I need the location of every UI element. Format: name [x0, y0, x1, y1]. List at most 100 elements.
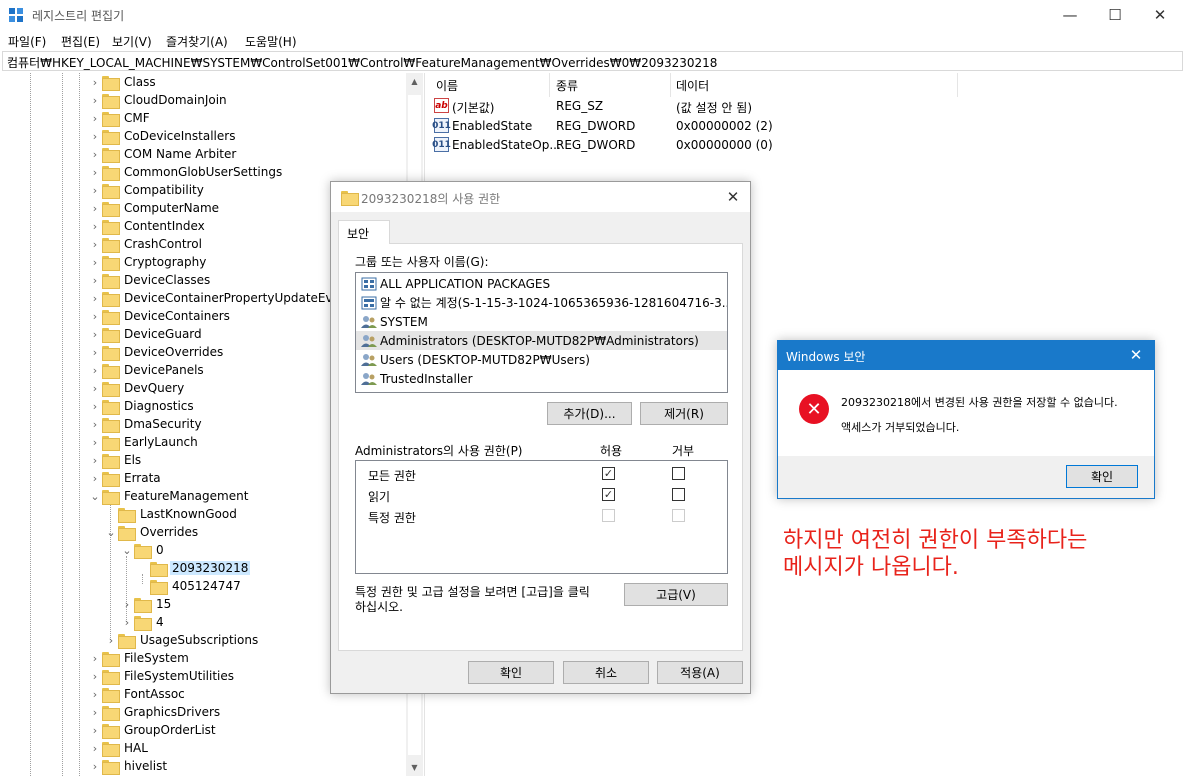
- chevron-right-icon[interactable]: ›: [88, 685, 102, 703]
- tree-item[interactable]: › Errata: [88, 469, 163, 487]
- list-item[interactable]: Users (DESKTOP-MUTD82P₩Users): [356, 350, 727, 369]
- list-item[interactable]: SYSTEM: [356, 312, 727, 331]
- tree-item[interactable]: 2093230218: [136, 559, 251, 577]
- tree-item[interactable]: › Diagnostics: [88, 397, 196, 415]
- chevron-right-icon[interactable]: ›: [88, 703, 102, 721]
- menu-help[interactable]: 도움말(H): [245, 33, 297, 50]
- deny-full-control-checkbox[interactable]: [672, 467, 685, 480]
- value-row[interactable]: 011 EnabledState REG_DWORD 0x00000002 (2…: [428, 116, 958, 135]
- chevron-right-icon[interactable]: ›: [88, 667, 102, 685]
- menu-file[interactable]: 파일(F): [8, 33, 46, 50]
- tree-item[interactable]: ⌄ Overrides: [104, 523, 200, 541]
- chevron-right-icon[interactable]: ›: [88, 343, 102, 361]
- tree-item[interactable]: › DeviceGuard: [88, 325, 204, 343]
- add-button[interactable]: 추가(D)...: [547, 402, 632, 425]
- chevron-right-icon[interactable]: ›: [88, 721, 102, 739]
- tree-item[interactable]: › 15: [120, 595, 173, 613]
- tree-item[interactable]: › FileSystem: [88, 649, 191, 667]
- chevron-right-icon[interactable]: ›: [88, 145, 102, 163]
- tree-item[interactable]: › DevicePanels: [88, 361, 206, 379]
- list-item[interactable]: Administrators (DESKTOP-MUTD82P₩Administ…: [356, 331, 727, 350]
- messagebox-close-button[interactable]: ✕: [1126, 345, 1146, 365]
- tree-item[interactable]: › EarlyLaunch: [88, 433, 200, 451]
- tree-item[interactable]: › CommonGlobUserSettings: [88, 163, 284, 181]
- tree-item[interactable]: › DeviceContainers: [88, 307, 232, 325]
- cancel-button[interactable]: 취소: [563, 661, 649, 684]
- value-row[interactable]: 011 EnabledStateOp... REG_DWORD 0x000000…: [428, 135, 958, 154]
- chevron-down-icon[interactable]: ⌄: [104, 523, 118, 541]
- allow-full-control-checkbox[interactable]: ✓: [602, 467, 615, 480]
- deny-read-checkbox[interactable]: [672, 488, 685, 501]
- tree-item[interactable]: › UsageSubscriptions: [104, 631, 260, 649]
- chevron-right-icon[interactable]: ›: [88, 451, 102, 469]
- chevron-right-icon[interactable]: ›: [88, 325, 102, 343]
- tree-item[interactable]: › DeviceContainerPropertyUpdateEvents: [88, 289, 361, 307]
- list-item[interactable]: TrustedInstaller: [356, 369, 727, 388]
- chevron-right-icon[interactable]: ›: [120, 595, 134, 613]
- value-row[interactable]: ab (기본값) REG_SZ (값 설정 안 됨): [428, 96, 958, 115]
- column-header-name[interactable]: 이름: [436, 77, 458, 94]
- chevron-right-icon[interactable]: ›: [88, 361, 102, 379]
- menu-favorites[interactable]: 즐겨찾기(A): [166, 33, 228, 50]
- tree-item[interactable]: › CrashControl: [88, 235, 204, 253]
- tree-item[interactable]: › CMF: [88, 109, 152, 127]
- chevron-right-icon[interactable]: ›: [88, 73, 102, 91]
- chevron-down-icon[interactable]: ⌄: [88, 487, 102, 505]
- tree-item[interactable]: › DmaSecurity: [88, 415, 204, 433]
- chevron-right-icon[interactable]: ›: [88, 217, 102, 235]
- tab-security[interactable]: 보안: [338, 220, 390, 244]
- chevron-right-icon[interactable]: ›: [88, 91, 102, 109]
- messagebox-ok-button[interactable]: 확인: [1066, 465, 1138, 488]
- menu-edit[interactable]: 편집(E): [61, 33, 100, 50]
- chevron-right-icon[interactable]: ›: [120, 613, 134, 631]
- tree-item[interactable]: › DeviceClasses: [88, 271, 212, 289]
- apply-button[interactable]: 적용(A): [657, 661, 743, 684]
- column-header-data[interactable]: 데이터: [676, 77, 709, 94]
- chevron-right-icon[interactable]: ›: [88, 757, 102, 775]
- chevron-right-icon[interactable]: ›: [88, 469, 102, 487]
- tree-item[interactable]: › 4: [120, 613, 166, 631]
- tree-item[interactable]: › hivelist: [88, 757, 169, 775]
- tree-item[interactable]: › Class: [88, 73, 158, 91]
- chevron-right-icon[interactable]: ›: [88, 127, 102, 145]
- tree-item[interactable]: › FontAssoc: [88, 685, 187, 703]
- minimize-button[interactable]: —: [1047, 0, 1093, 30]
- ok-button[interactable]: 확인: [468, 661, 554, 684]
- chevron-right-icon[interactable]: ›: [88, 379, 102, 397]
- tree-item[interactable]: › FileSystemUtilities: [88, 667, 236, 685]
- group-user-listbox[interactable]: ALL APPLICATION PACKAGES 알 수 없는 계정(S-1-1…: [355, 272, 728, 393]
- tree-item[interactable]: › HAL: [88, 739, 150, 757]
- list-item[interactable]: 알 수 없는 계정(S-1-15-3-1024-1065365936-12816…: [356, 293, 727, 312]
- tree-item[interactable]: › DeviceOverrides: [88, 343, 225, 361]
- tree-item[interactable]: › CoDeviceInstallers: [88, 127, 237, 145]
- tree-item[interactable]: › Cryptography: [88, 253, 208, 271]
- chevron-right-icon[interactable]: ›: [88, 181, 102, 199]
- chevron-right-icon[interactable]: ›: [88, 649, 102, 667]
- tree-item[interactable]: › GraphicsDrivers: [88, 703, 222, 721]
- tree-item[interactable]: ⌄ FeatureManagement: [88, 487, 250, 505]
- chevron-right-icon[interactable]: ›: [88, 307, 102, 325]
- tree-item[interactable]: › ComputerName: [88, 199, 221, 217]
- chevron-right-icon[interactable]: ›: [88, 397, 102, 415]
- list-item[interactable]: ALL APPLICATION PACKAGES: [356, 274, 727, 293]
- chevron-right-icon[interactable]: ›: [88, 433, 102, 451]
- chevron-right-icon[interactable]: ›: [104, 631, 118, 649]
- tree-item[interactable]: 405124747: [136, 577, 243, 595]
- tree-item[interactable]: › GroupOrderList: [88, 721, 218, 739]
- chevron-right-icon[interactable]: ›: [88, 253, 102, 271]
- address-bar[interactable]: 컴퓨터₩HKEY_LOCAL_MACHINE₩SYSTEM₩ControlSet…: [2, 51, 1183, 71]
- chevron-right-icon[interactable]: ›: [88, 235, 102, 253]
- tree-item[interactable]: › Compatibility: [88, 181, 206, 199]
- close-button[interactable]: ✕: [1137, 0, 1183, 30]
- column-header-type[interactable]: 종류: [556, 77, 578, 94]
- tree-item[interactable]: LastKnownGood: [104, 505, 239, 523]
- tree-item[interactable]: › CloudDomainJoin: [88, 91, 229, 109]
- scroll-down-arrow-icon[interactable]: ▼: [406, 759, 423, 776]
- permissions-dialog-close-button[interactable]: ✕: [722, 186, 744, 208]
- tree-item[interactable]: › ContentIndex: [88, 217, 207, 235]
- chevron-right-icon[interactable]: ›: [88, 163, 102, 181]
- chevron-right-icon[interactable]: ›: [88, 289, 102, 307]
- chevron-right-icon[interactable]: ›: [88, 199, 102, 217]
- scroll-up-arrow-icon[interactable]: ▲: [406, 73, 423, 90]
- chevron-right-icon[interactable]: ›: [88, 271, 102, 289]
